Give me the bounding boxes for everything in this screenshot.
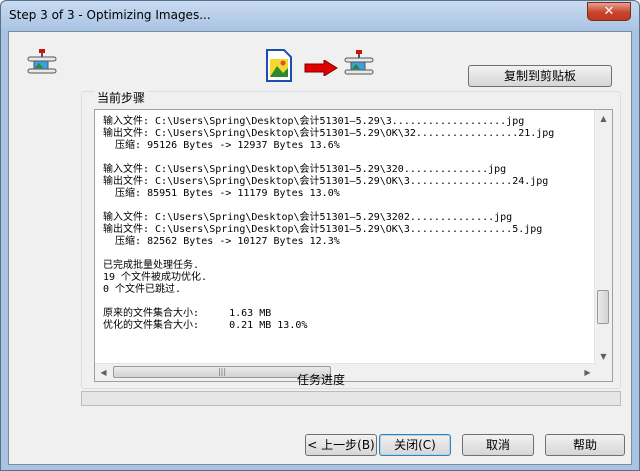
- close-button[interactable]: 关闭(C): [379, 434, 451, 456]
- log-line: 输入文件: C:\Users\Spring\Desktop\会计51301—5.…: [103, 116, 525, 127]
- back-button[interactable]: < 上一步(B): [305, 434, 377, 456]
- log-line: 输出文件: C:\Users\Spring\Desktop\会计51301—5.…: [103, 176, 549, 187]
- log-text: 输入文件: C:\Users\Spring\Desktop\会计51301—5.…: [103, 116, 592, 332]
- log-line: 压缩: 85951 Bytes -> 11179 Bytes 13.0%: [103, 188, 340, 199]
- log-line: 0 个文件已跳过.: [103, 284, 182, 295]
- cancel-button[interactable]: 取消: [462, 434, 534, 456]
- log-line: 压缩: 82562 Bytes -> 10127 Bytes 12.3%: [103, 236, 340, 247]
- red-arrow-right-icon: [304, 59, 338, 80]
- current-step-label: 当前步骤: [94, 89, 149, 106]
- close-window-button[interactable]: ✕: [587, 2, 631, 21]
- log-line: 原来的文件集合大小: 1.63 MB: [103, 308, 272, 319]
- vertical-scroll-thumb[interactable]: [597, 290, 609, 324]
- log-line: 输出文件: C:\Users\Spring\Desktop\会计51301—5.…: [103, 224, 543, 235]
- log-line: 19 个文件被成功优化.: [103, 272, 208, 283]
- log-line: 输入文件: C:\Users\Spring\Desktop\会计51301—5.…: [103, 164, 507, 175]
- dialog-client-area: 复制到剪贴板 当前步骤 输入文件: C:\Users\Spring\Deskto…: [8, 31, 632, 465]
- copy-to-clipboard-button[interactable]: 复制到剪贴板: [468, 65, 612, 87]
- window-title: Step 3 of 3 - Optimizing Images...: [9, 8, 211, 22]
- image-clamp-target-icon: [342, 49, 376, 83]
- log-line: 压缩: 95126 Bytes -> 12937 Bytes 13.6%: [103, 140, 340, 151]
- task-progress-label: 任务进度: [296, 373, 345, 387]
- log-line: 输出文件: C:\Users\Spring\Desktop\会计51301—5.…: [103, 128, 555, 139]
- log-textbox[interactable]: 输入文件: C:\Users\Spring\Desktop\会计51301—5.…: [94, 109, 613, 382]
- scroll-down-icon[interactable]: ▼: [595, 348, 612, 365]
- title-bar[interactable]: Step 3 of 3 - Optimizing Images... ✕: [1, 1, 639, 31]
- log-line: 输入文件: C:\Users\Spring\Desktop\会计51301—5.…: [103, 212, 513, 223]
- image-clamp-icon: [25, 48, 59, 82]
- scroll-up-icon[interactable]: ▲: [595, 110, 612, 127]
- image-file-icon: [264, 49, 298, 83]
- task-progress-bar: [81, 391, 621, 406]
- log-line: 已完成批量处理任务.: [103, 260, 200, 271]
- log-line: 优化的文件集合大小: 0.21 MB 13.0%: [103, 320, 308, 331]
- vertical-scrollbar[interactable]: ▲ ▼: [594, 110, 612, 365]
- help-button[interactable]: 帮助: [545, 434, 625, 456]
- dialog-window: Step 3 of 3 - Optimizing Images... ✕ 复制到…: [0, 0, 640, 471]
